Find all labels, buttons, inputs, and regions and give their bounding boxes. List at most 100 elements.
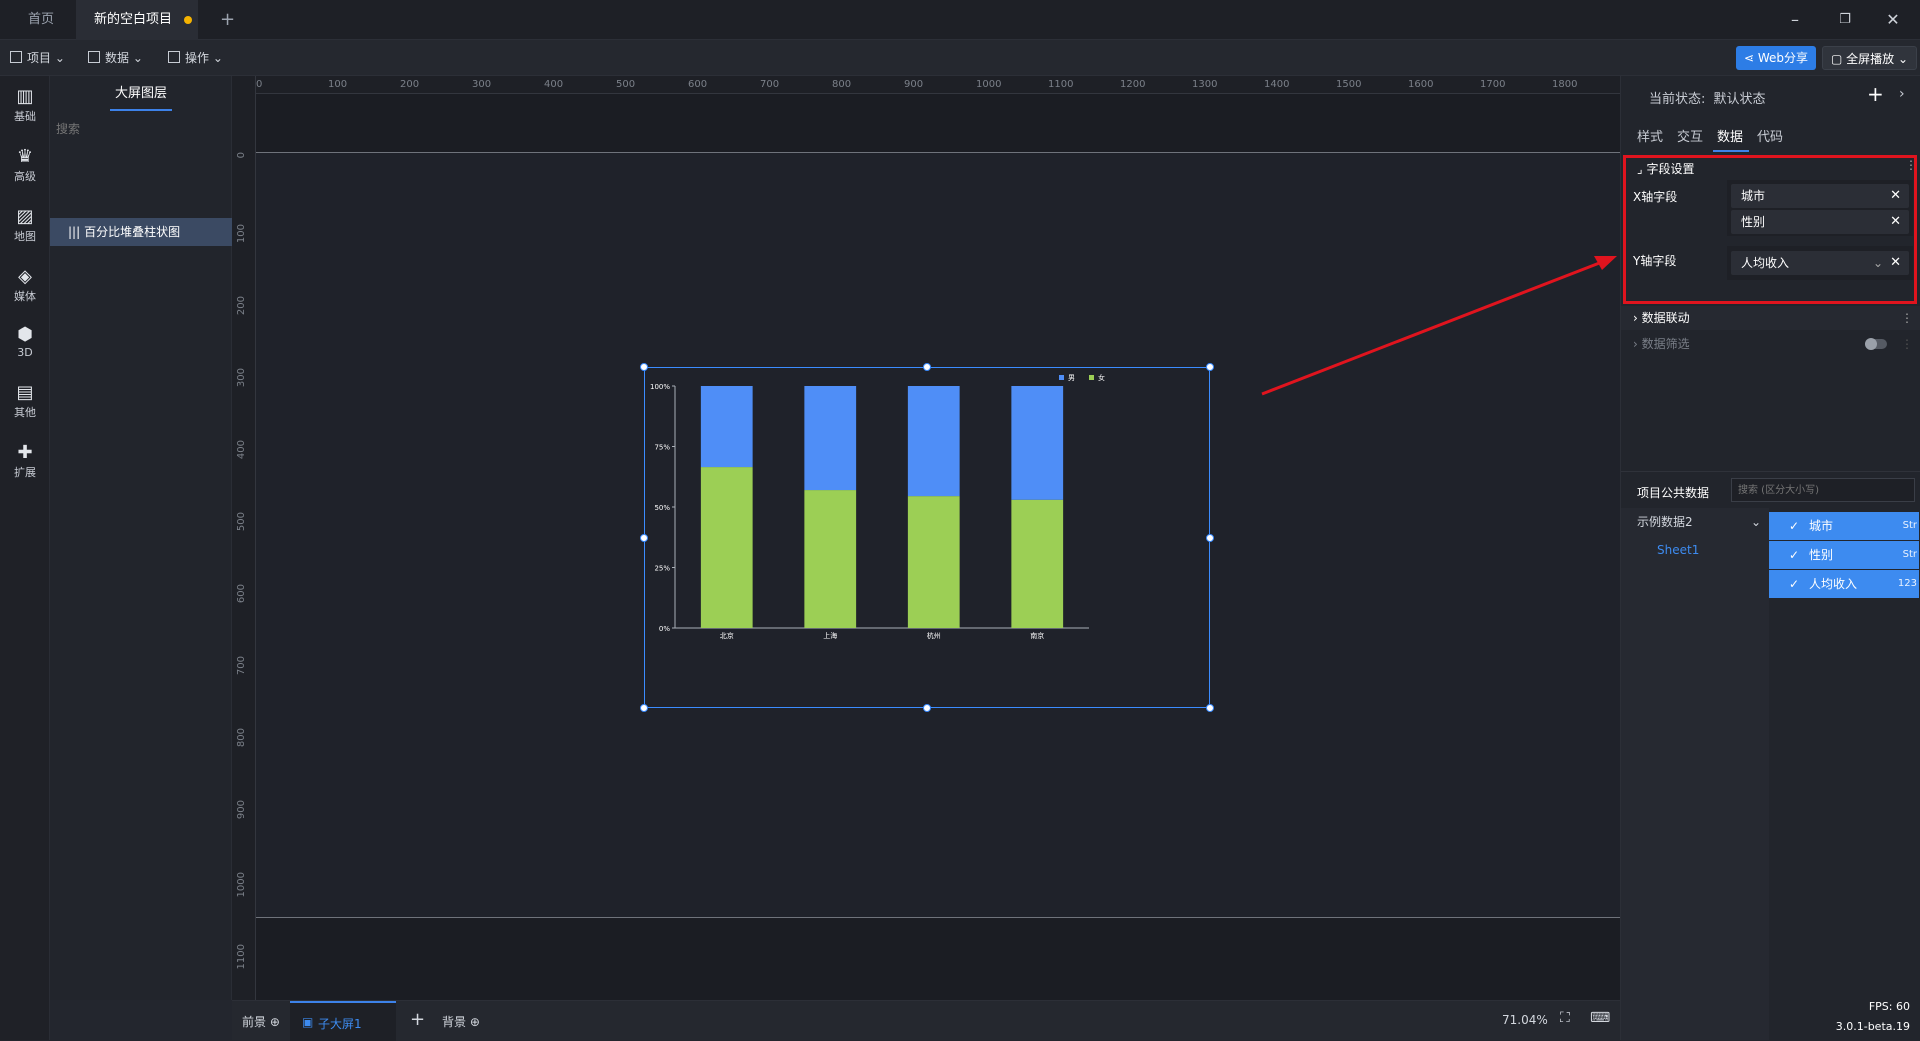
resize-handle-tr[interactable] xyxy=(1206,363,1214,371)
tab-interaction[interactable]: 交互 xyxy=(1677,126,1703,145)
layer-panel-title[interactable]: 大屏图层 xyxy=(50,82,232,101)
operate-menu[interactable]: 操作 ⌄ xyxy=(168,48,223,68)
data-link-section[interactable]: › 数据联动 ⋮ xyxy=(1621,306,1920,330)
sidebar-item-3d[interactable]: ⬢ 3D xyxy=(0,324,50,359)
project-menu-label: 项目 xyxy=(27,51,52,65)
add-circle-icon[interactable]: ⊕ xyxy=(470,1015,480,1029)
tab-style[interactable]: 样式 xyxy=(1637,126,1663,145)
ruler-tick: 900 xyxy=(236,800,247,820)
y-tick-label: 75% xyxy=(654,444,670,452)
resize-handle-b[interactable] xyxy=(923,704,931,712)
sidebar-item-extend[interactable]: ✚ 扩展 xyxy=(0,442,50,480)
web-share-label: Web分享 xyxy=(1757,51,1809,65)
editor-canvas[interactable]: 0 100 200 300 400 500 600 700 800 900 1000 1100 1200… xyxy=(232,76,1620,1000)
tab-code[interactable]: 代码 xyxy=(1757,126,1783,145)
add-state-button[interactable]: + xyxy=(1867,82,1884,106)
chevron-down-icon: ⌄ xyxy=(1750,515,1761,529)
sidebar-item-basic[interactable]: ▥ 基础 xyxy=(0,86,50,124)
database-icon xyxy=(88,51,100,63)
operate-menu-label: 操作 xyxy=(185,51,210,65)
web-share-button[interactable]: ⋖ Web分享 xyxy=(1736,46,1817,70)
data-menu[interactable]: 数据 ⌄ xyxy=(88,48,143,68)
new-tab-button[interactable]: + xyxy=(200,0,255,40)
dataset-item[interactable]: 示例数据2 ⌄ xyxy=(1637,508,1767,536)
add-screen-button[interactable]: + xyxy=(410,1009,425,1030)
chart-selection-frame[interactable]: 0% 25% 50% 75% 100% 北京 上海 杭州 南京 男 女 xyxy=(644,367,1210,708)
resize-handle-bl[interactable] xyxy=(640,704,648,712)
ruler-tick: 500 xyxy=(616,79,636,90)
layer-item-label: 百分比堆叠柱状图 xyxy=(84,225,181,239)
highlight-box xyxy=(1623,155,1917,304)
y-tick-label: 25% xyxy=(654,565,670,573)
legend-swatch xyxy=(1059,375,1064,380)
tab-data[interactable]: 数据 xyxy=(1717,126,1743,145)
sidebar-item-label: 基础 xyxy=(14,110,36,123)
minimize-icon[interactable]: – xyxy=(1772,0,1818,40)
sidebar-item-advanced[interactable]: ♛ 高级 xyxy=(0,146,50,184)
tab-new-project-label: 新的空白项目 xyxy=(94,12,173,27)
sidebar-item-other[interactable]: ▤ 其他 xyxy=(0,382,50,420)
resize-handle-br[interactable] xyxy=(1206,704,1214,712)
bar-segment xyxy=(907,386,960,497)
dataset-label: 示例数据2 xyxy=(1637,515,1693,529)
filter-toggle[interactable] xyxy=(1865,338,1887,350)
bar-segment xyxy=(1011,386,1064,500)
background-tab[interactable]: 背景 ⊕ xyxy=(442,1013,480,1030)
field-type: 123 xyxy=(1897,578,1917,589)
ruler-tick: 1000 xyxy=(976,79,1002,90)
resize-handle-t[interactable] xyxy=(923,363,931,371)
current-state: 当前状态: 默认状态 xyxy=(1649,88,1766,107)
ruler-tick: 700 xyxy=(760,79,780,90)
tab-home[interactable]: 首页 xyxy=(8,0,74,40)
ruler-tick: 800 xyxy=(832,79,852,90)
legend-label: 男 xyxy=(1068,374,1075,382)
field-type: Str xyxy=(1902,520,1917,531)
field-row[interactable]: ✓ 人均收入 123 xyxy=(1769,570,1919,598)
restore-icon[interactable]: ❐ xyxy=(1822,0,1868,40)
tab-new-project[interactable]: 新的空白项目 xyxy=(76,0,198,40)
file-icon xyxy=(10,51,22,63)
stacked-bar-icon: ||| xyxy=(68,225,81,239)
field-name: 城市 xyxy=(1809,519,1834,533)
more-icon[interactable]: ⋮ xyxy=(1901,332,1913,356)
ruler-tick: 800 xyxy=(236,728,247,748)
ruler-tick: 0 xyxy=(256,79,263,90)
more-icon[interactable]: ⋮ xyxy=(1901,306,1913,330)
layer-search-input[interactable] xyxy=(56,116,226,142)
sidebar-item-media[interactable]: ◈ 媒体 xyxy=(0,266,50,304)
data-menu-label: 数据 xyxy=(105,51,130,65)
zoom-level[interactable]: 71.04% xyxy=(1502,1013,1548,1027)
bar-segment xyxy=(700,386,753,468)
ruler-tick: 200 xyxy=(236,296,247,316)
sidebar-item-label: 3D xyxy=(17,346,33,359)
public-data-title: 项目公共数据 xyxy=(1637,486,1710,500)
chevron-right-icon[interactable]: › xyxy=(1899,86,1905,102)
sidebar-item-label: 地图 xyxy=(14,230,36,243)
sidebar-item-map[interactable]: ▨ 地图 xyxy=(0,206,50,244)
resize-handle-r[interactable] xyxy=(1206,534,1214,542)
child-screen-tab[interactable]: ▣ 子大屏1 xyxy=(290,1001,396,1041)
foreground-tab[interactable]: 前景 ⊕ xyxy=(242,1013,280,1030)
fullscreen-label: 全屏播放 xyxy=(1846,52,1895,66)
ruler-tick: 300 xyxy=(236,368,247,388)
sheet-item[interactable]: Sheet1 xyxy=(1657,536,1699,564)
sidebar-item-label: 其他 xyxy=(14,406,36,419)
check-icon: ✓ xyxy=(1789,548,1800,562)
public-data-search-input[interactable] xyxy=(1731,478,1915,502)
close-icon[interactable]: ✕ xyxy=(1870,0,1916,40)
keyboard-icon[interactable]: ⌨ xyxy=(1590,1010,1610,1026)
resize-handle-l[interactable] xyxy=(640,534,648,542)
project-menu[interactable]: 项目 ⌄ xyxy=(10,48,65,68)
layer-item[interactable]: ||| 百分比堆叠柱状图 xyxy=(50,218,232,246)
sidebar-item-label: 高级 xyxy=(14,170,36,183)
add-circle-icon[interactable]: ⊕ xyxy=(270,1015,280,1029)
layer-panel: 大屏图层 |||百分比堆叠柱状图 xyxy=(50,76,232,1000)
toolbar: 项目 ⌄ 数据 ⌄ 操作 ⌄ ⋖ Web分享 ▢ 全屏播放 ⌄ xyxy=(0,40,1920,76)
media-icon: ◈ xyxy=(18,266,32,287)
field-row[interactable]: ✓ 城市 Str xyxy=(1769,512,1919,540)
field-row[interactable]: ✓ 性别 Str xyxy=(1769,541,1919,569)
resize-handle-tl[interactable] xyxy=(640,363,648,371)
data-filter-section[interactable]: › 数据筛选 ⋮ xyxy=(1621,332,1920,356)
fit-screen-icon[interactable]: ⛶ xyxy=(1560,1010,1570,1026)
fullscreen-button[interactable]: ▢ 全屏播放 ⌄ xyxy=(1822,46,1918,70)
